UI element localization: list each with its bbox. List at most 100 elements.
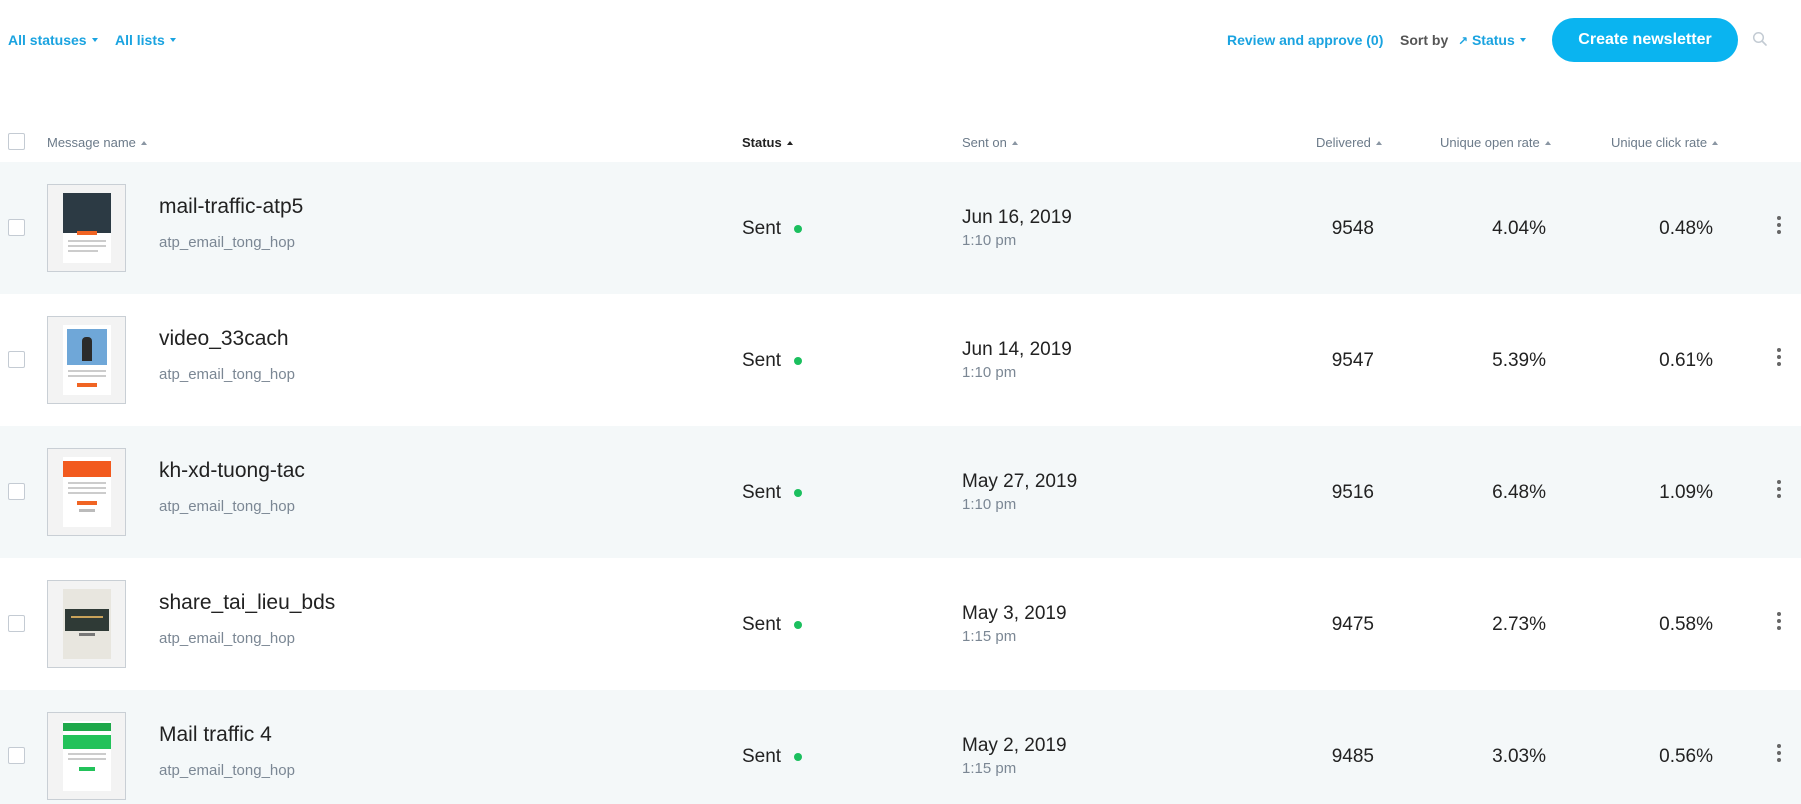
status-dot-icon xyxy=(794,489,802,497)
thumbnail-hero xyxy=(63,735,111,749)
message-list: atp_email_tong_hop xyxy=(159,366,295,383)
thumbnail-text-line xyxy=(68,245,106,247)
sort-dropdown[interactable]: ↗ Status xyxy=(1458,32,1526,48)
header-message-name-label: Message name xyxy=(47,135,136,150)
message-name[interactable]: share_tai_lieu_bds xyxy=(159,591,335,615)
row-checkbox[interactable] xyxy=(8,351,25,368)
more-options-icon[interactable] xyxy=(1776,744,1782,766)
thumbnail-header xyxy=(63,723,111,731)
delivered-count: 9485 xyxy=(1331,746,1374,767)
header-message-name[interactable]: Message name xyxy=(47,135,147,150)
sent-date: May 27, 2019 xyxy=(962,471,1078,492)
click-rate: 1.09% xyxy=(1659,482,1713,503)
status-text: Sent xyxy=(742,482,782,503)
thumbnail-hero xyxy=(63,193,111,233)
newsletter-thumbnail[interactable] xyxy=(47,448,126,536)
header-click-rate-label: Unique click rate xyxy=(1611,135,1708,150)
newsletter-thumbnail[interactable] xyxy=(47,712,126,800)
click-rate: 0.61% xyxy=(1659,350,1713,371)
thumbnail-text-line xyxy=(79,509,95,512)
sort-arrow-icon xyxy=(1011,140,1018,145)
sort-value: Status xyxy=(1471,32,1515,48)
open-rate: 4.04% xyxy=(1492,218,1546,239)
table-row[interactable]: Mail traffic 4 atp_email_tong_hop Sent M… xyxy=(0,690,1801,804)
header-open-rate[interactable]: Unique open rate xyxy=(1440,135,1551,150)
thumbnail-text-line xyxy=(68,758,106,760)
table-row[interactable]: mail-traffic-atp5 atp_email_tong_hop Sen… xyxy=(0,162,1801,294)
newsletter-thumbnail[interactable] xyxy=(47,184,126,272)
header-open-rate-label: Unique open rate xyxy=(1440,135,1540,150)
thumbnail-text-line xyxy=(71,616,103,618)
sent-date: Jun 16, 2019 xyxy=(962,207,1072,228)
thumbnail-button xyxy=(77,231,97,235)
thumbnail-preview xyxy=(63,589,111,659)
more-options-icon[interactable] xyxy=(1776,480,1782,502)
thumbnail-text-line xyxy=(68,753,106,755)
status-filter-label: All statuses xyxy=(8,32,87,48)
sent-date: Jun 14, 2019 xyxy=(962,339,1072,360)
thumbnail-text-line xyxy=(68,482,106,484)
message-name[interactable]: video_33cach xyxy=(159,327,289,351)
list-filter-dropdown[interactable]: All lists xyxy=(115,32,176,48)
status-filter-dropdown[interactable]: All statuses xyxy=(8,32,98,48)
sent-time: 1:15 pm xyxy=(962,628,1017,645)
thumbnail-hero xyxy=(65,609,109,631)
row-checkbox[interactable] xyxy=(8,483,25,500)
row-checkbox[interactable] xyxy=(8,219,25,236)
chevron-down-icon xyxy=(169,38,176,43)
status-text: Sent xyxy=(742,218,782,239)
open-rate: 2.73% xyxy=(1492,614,1546,635)
thumbnail-hero xyxy=(63,461,111,477)
message-name[interactable]: mail-traffic-atp5 xyxy=(159,195,303,219)
status-dot-icon xyxy=(794,357,802,365)
header-sent-on[interactable]: Sent on xyxy=(962,135,1018,150)
thumbnail-text-line xyxy=(68,250,98,252)
thumbnail-button xyxy=(77,501,97,505)
list-filter-label: All lists xyxy=(115,32,165,48)
status-text: Sent xyxy=(742,614,782,635)
more-options-icon[interactable] xyxy=(1776,348,1782,370)
sent-date: May 2, 2019 xyxy=(962,735,1067,756)
message-list: atp_email_tong_hop xyxy=(159,234,295,251)
click-rate: 0.48% xyxy=(1659,218,1713,239)
thumbnail-text-line xyxy=(68,487,106,489)
newsletter-thumbnail[interactable] xyxy=(47,580,126,668)
open-rate: 6.48% xyxy=(1492,482,1546,503)
header-delivered[interactable]: Delivered xyxy=(1316,135,1382,150)
review-approve-link[interactable]: Review and approve (0) xyxy=(1227,32,1383,48)
more-options-icon[interactable] xyxy=(1776,216,1782,238)
search-icon[interactable] xyxy=(1752,31,1768,47)
open-rate: 3.03% xyxy=(1492,746,1546,767)
create-newsletter-button[interactable]: Create newsletter xyxy=(1552,18,1738,62)
status-dot-icon xyxy=(794,225,802,233)
more-options-icon[interactable] xyxy=(1776,612,1782,634)
sent-date: May 3, 2019 xyxy=(962,603,1067,624)
sort-arrow-icon xyxy=(1712,140,1719,145)
sort-arrow-icon xyxy=(1544,140,1551,145)
message-list: atp_email_tong_hop xyxy=(159,630,295,647)
status-dot-icon xyxy=(794,621,802,629)
message-name[interactable]: kh-xd-tuong-tac xyxy=(159,459,305,483)
select-all-checkbox[interactable] xyxy=(8,133,25,150)
newsletter-thumbnail[interactable] xyxy=(47,316,126,404)
delivered-count: 9516 xyxy=(1331,482,1374,503)
header-status[interactable]: Status xyxy=(742,135,793,150)
row-checkbox[interactable] xyxy=(8,747,25,764)
status-text: Sent xyxy=(742,350,782,371)
table-row[interactable]: kh-xd-tuong-tac atp_email_tong_hop Sent … xyxy=(0,426,1801,558)
message-name[interactable]: Mail traffic 4 xyxy=(159,723,272,747)
table-row[interactable]: share_tai_lieu_bds atp_email_tong_hop Se… xyxy=(0,558,1801,690)
header-click-rate[interactable]: Unique click rate xyxy=(1611,135,1719,150)
chevron-down-icon xyxy=(91,38,98,43)
sent-time: 1:10 pm xyxy=(962,364,1017,381)
message-list: atp_email_tong_hop xyxy=(159,498,295,515)
table-row[interactable]: video_33cach atp_email_tong_hop Sent Jun… xyxy=(0,294,1801,426)
thumbnail-text-line xyxy=(68,492,106,494)
thumbnail-button xyxy=(79,767,95,771)
thumbnail-button xyxy=(77,383,97,387)
message-list: atp_email_tong_hop xyxy=(159,762,295,779)
sent-time: 1:10 pm xyxy=(962,232,1017,249)
row-checkbox[interactable] xyxy=(8,615,25,632)
sort-by-label: Sort by xyxy=(1400,32,1449,48)
delivered-count: 9548 xyxy=(1331,218,1374,239)
